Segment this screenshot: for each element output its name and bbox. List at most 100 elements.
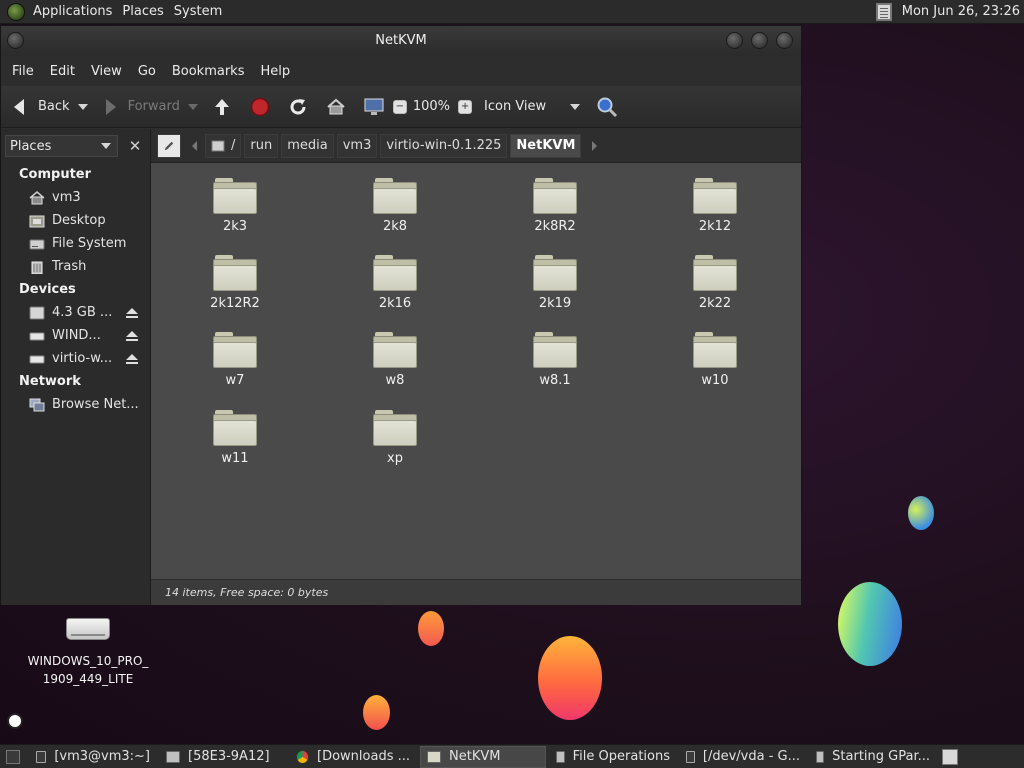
eject-icon[interactable] (126, 353, 138, 364)
folder-item[interactable]: w8.1 (495, 331, 615, 388)
app-starting-icon (816, 750, 825, 763)
folder-icon (373, 177, 417, 215)
back-button[interactable]: Back (9, 91, 93, 123)
folder-grid: 2k3 2k8 2k8R2 2k12 2k12R2 2k16 2k19 2k22… (151, 165, 797, 571)
task-netkvm[interactable]: NetKVM (420, 745, 546, 768)
path-segment-netkvm[interactable]: NetKVM (510, 133, 582, 158)
path-segment-run[interactable]: run (244, 133, 279, 158)
path-scroll-left-icon[interactable] (192, 140, 197, 151)
menu-help[interactable]: Help (252, 64, 298, 79)
home-icon[interactable] (325, 96, 347, 118)
computer-icon[interactable] (363, 96, 385, 118)
task-file-operations[interactable]: File Operations (550, 746, 676, 768)
eject-icon[interactable] (126, 330, 138, 341)
window-titlebar[interactable]: NetKVM (1, 26, 801, 56)
show-desktop-icon[interactable] (6, 749, 20, 764)
optical-drive-icon (29, 355, 45, 363)
trash-icon (31, 261, 43, 274)
task-drive[interactable]: [58E3-9A12] (160, 746, 286, 768)
desktop-icon-label-line2: 1909_449_LITE (42, 672, 134, 686)
folder-item[interactable]: 2k8R2 (495, 177, 615, 234)
view-mode-select[interactable]: Icon View (484, 99, 581, 114)
forward-history-dropdown-icon[interactable] (187, 103, 198, 110)
decor-bubble (838, 582, 902, 666)
path-root-button[interactable]: / (205, 133, 242, 158)
back-arrow-icon (14, 98, 24, 115)
window-menu-button[interactable] (7, 32, 24, 49)
desktop-small-icon[interactable] (7, 713, 23, 729)
task-starting-gparted[interactable]: Starting GPar... (810, 746, 936, 768)
menu-go[interactable]: Go (130, 64, 164, 79)
folder-item[interactable]: xp (335, 409, 455, 466)
path-root-label: / (231, 138, 236, 153)
sidebar-selector-label: Places (10, 138, 52, 154)
menu-edit[interactable]: Edit (42, 64, 83, 79)
edit-location-button[interactable] (157, 133, 181, 158)
clipboard-icon[interactable] (875, 2, 892, 21)
desktop-drive-icon-item[interactable]: WINDOWS_10_PRO_ 1909_449_LITE (20, 618, 156, 688)
up-arrow-icon[interactable] (211, 96, 233, 118)
path-scroll-right-icon[interactable] (592, 140, 598, 151)
menu-bookmarks[interactable]: Bookmarks (164, 64, 253, 79)
decor-bubble (908, 496, 934, 530)
forward-button[interactable]: Forward (101, 91, 203, 123)
task-gparted[interactable]: [/dev/vda - G... (680, 746, 806, 768)
folder-item[interactable]: w10 (655, 331, 775, 388)
back-history-dropdown-icon[interactable] (77, 103, 88, 110)
workspace-switcher-icon[interactable] (942, 748, 958, 765)
sidebar-item-label: Trash (52, 259, 87, 274)
folder-item[interactable]: 2k16 (335, 254, 455, 311)
menu-file[interactable]: File (4, 64, 42, 79)
folder-item[interactable]: 2k8 (335, 177, 455, 234)
menu-places[interactable]: Places (120, 4, 171, 19)
search-icon[interactable] (596, 96, 618, 118)
menu-view[interactable]: View (83, 64, 130, 79)
sidebar-selector[interactable]: Places (5, 135, 119, 157)
sidebar-item-device-windows[interactable]: WIND... (1, 324, 150, 347)
folder-item[interactable]: w7 (175, 331, 295, 388)
eject-icon[interactable] (126, 307, 138, 318)
close-button[interactable] (776, 32, 793, 49)
task-terminal[interactable]: [vm3@vm3:~] (30, 746, 156, 768)
stop-icon[interactable] (249, 96, 271, 118)
task-label: [58E3-9A12] (188, 749, 270, 764)
chrome-icon (296, 749, 309, 764)
minimize-button[interactable] (726, 32, 743, 49)
sidebar-item-desktop[interactable]: Desktop (1, 209, 150, 232)
pencil-icon (164, 141, 174, 150)
distro-logo-icon[interactable] (7, 2, 25, 21)
folder-item[interactable]: 2k12 (655, 177, 775, 234)
zoom-level[interactable]: 100% (413, 99, 450, 114)
sidebar-item-file-system[interactable]: File System (1, 232, 150, 255)
folder-item[interactable]: 2k22 (655, 254, 775, 311)
clock[interactable]: Mon Jun 26, 23:26 (902, 4, 1024, 19)
path-segment-media[interactable]: media (281, 133, 334, 158)
zoom-out-icon[interactable]: − (392, 99, 407, 114)
maximize-button[interactable] (751, 32, 768, 49)
folder-name: w8 (385, 373, 405, 388)
path-segment-virtio[interactable]: virtio-win-0.1.225 (380, 133, 508, 158)
path-segment-vm3[interactable]: vm3 (336, 133, 378, 158)
window-content: Places ✕ Computer vm3 Desktop File Syste… (1, 129, 801, 605)
home-folder-icon (29, 190, 45, 204)
desktop-icon-label-line1: WINDOWS_10_PRO_ (27, 654, 149, 668)
close-sidebar-icon[interactable]: ✕ (124, 135, 146, 157)
forward-label: Forward (127, 99, 180, 114)
menu-applications[interactable]: Applications (31, 4, 120, 19)
folder-item[interactable]: 2k3 (175, 177, 295, 234)
folder-name: 2k22 (698, 296, 732, 311)
folder-item[interactable]: w8 (335, 331, 455, 388)
sidebar-item-browse-network[interactable]: Browse Net... (1, 393, 150, 416)
sidebar-item-device-virtio[interactable]: virtio-w... (1, 347, 150, 370)
menu-system[interactable]: System (172, 4, 230, 19)
sidebar-item-vm3[interactable]: vm3 (1, 186, 150, 209)
task-browser[interactable]: [Downloads ... (290, 746, 416, 768)
sidebar-item-trash[interactable]: Trash (1, 255, 150, 278)
folder-item[interactable]: 2k19 (495, 254, 615, 311)
reload-icon[interactable] (287, 96, 309, 118)
sidebar-item-device-4-3gb[interactable]: 4.3 GB ... (1, 301, 150, 324)
folder-item[interactable]: 2k12R2 (175, 254, 295, 311)
folder-item[interactable]: w11 (175, 409, 295, 466)
task-label: [vm3@vm3:~] (54, 749, 150, 764)
zoom-in-icon[interactable]: + (458, 99, 473, 114)
